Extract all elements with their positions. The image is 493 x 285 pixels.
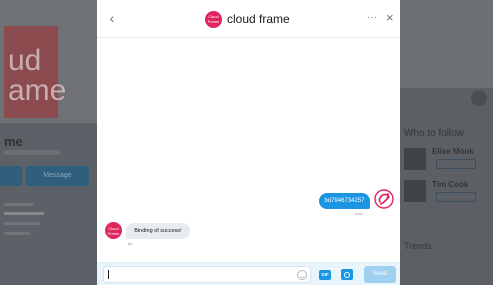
background-line — [4, 232, 30, 235]
received-message-bubble: Binding of success! — [126, 223, 190, 239]
dialog-header: ‹ Cloud Frame cloud frame ··· × — [97, 0, 400, 38]
gif-button[interactable]: GIF — [319, 270, 331, 280]
conversation-name: cloud frame — [227, 12, 290, 26]
close-icon[interactable]: × — [386, 10, 394, 26]
received-message-time: 6s — [128, 241, 133, 246]
conversation-title: Cloud Frame cloud frame — [205, 10, 290, 28]
background-suggestion-name: Elise Monk — [432, 147, 474, 156]
user-avatar — [374, 189, 394, 209]
background-button — [0, 166, 22, 186]
background-follow-button — [436, 159, 476, 169]
sender-avatar: Cloud Frame — [105, 222, 122, 239]
background-suggestion-name: Tim Cook — [432, 180, 469, 189]
text-caret — [108, 270, 109, 279]
background-line — [4, 203, 34, 206]
background-suggestion-avatar — [404, 148, 426, 170]
conversation-avatar: Cloud Frame — [205, 10, 222, 28]
background-profile-name: me — [4, 134, 23, 149]
back-icon[interactable]: ‹ — [105, 10, 119, 26]
background-logo-text: ud ame — [8, 44, 67, 107]
background-suggestion-avatar — [404, 180, 426, 202]
message-composer: GIF Send — [97, 262, 400, 285]
background-trends: Trends — [404, 241, 432, 251]
sent-message-bubble: bd7946734257 — [319, 193, 370, 209]
send-button[interactable]: Send — [364, 266, 396, 283]
sent-message-time: now — [355, 211, 363, 216]
background-right-banner — [400, 0, 493, 88]
background-line — [4, 222, 40, 225]
background-line — [4, 212, 44, 215]
background-who-to-follow: Who to follow — [404, 128, 465, 139]
message-dialog: ‹ Cloud Frame cloud frame ··· × bd7946734… — [97, 0, 400, 285]
background-circle — [471, 90, 487, 106]
background-follow-button — [436, 192, 476, 202]
emoji-icon[interactable] — [297, 270, 307, 280]
background-handle — [4, 150, 60, 155]
more-options-icon[interactable]: ··· — [367, 12, 377, 24]
camera-icon[interactable] — [341, 269, 353, 280]
background-message-button: Message — [26, 166, 89, 186]
message-input[interactable] — [103, 266, 311, 283]
